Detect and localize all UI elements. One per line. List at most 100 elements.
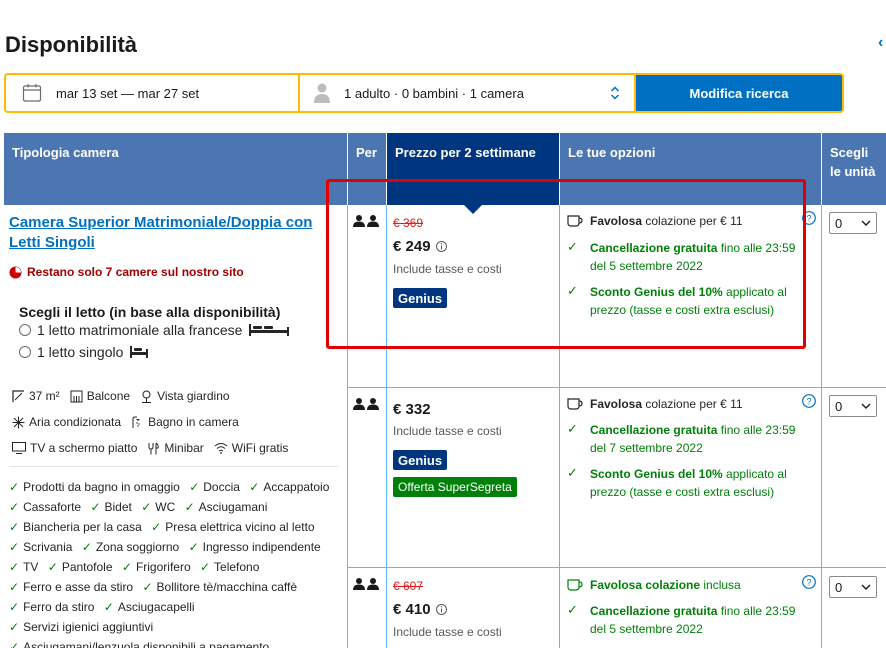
svg-text:?: ? [806,397,811,407]
header-per: Per [348,133,386,205]
amenity-item: ✓ Presa elettrica vicino al letto [151,520,315,534]
taxes-note: Include tasse e costi [393,262,502,276]
amenity-item: ✓ Asciugamani [184,500,268,514]
header-price[interactable]: Prezzo per 2 settimane [387,133,559,205]
date-picker[interactable]: mar 13 set — mar 27 set [6,75,298,111]
amenity-item: ✓ Ferro e asse da stiro [9,580,134,594]
info-icon[interactable] [435,604,447,615]
amenities-line: ✓ TV ✓ Pantofole ✓ Frigorifero ✓ Telefono [9,560,265,574]
check-icon: ✓ [103,600,114,614]
coffee-cup-icon [567,397,583,410]
header-room-type: Tipologia camera [4,133,347,205]
amenity-item: ✓ Telefono [199,560,260,574]
chevron-updown-icon [610,86,620,100]
check-icon: ✓ [567,465,578,480]
help-icon[interactable]: ? [802,575,816,589]
facility-item: Minibar [147,441,204,455]
facility-item: Vista giardino [140,389,230,403]
balcony-icon [70,390,83,402]
original-price: € 369 [393,216,424,230]
page-title: Disponibilità [5,32,137,57]
occupancy-text: 1 adulto · 0 bambini · 1 camera [344,85,524,101]
original-price: € 607 [393,579,424,593]
cancellation-policy: Cancellazione gratuita fino alle 23:59 d… [590,241,796,273]
facilities-row: 37 m² Balcone Vista giardino [12,389,240,403]
info-icon[interactable] [435,241,447,252]
dates-text: mar 13 set — mar 27 set [56,85,200,101]
check-icon: ✓ [199,560,211,574]
bed-option-single[interactable]: 1 letto singolo [19,344,149,360]
breakfast-option: Favolosa colazione inclusa [567,578,741,592]
room-name-link[interactable]: Camera Superior Matrimoniale/Doppia con … [9,213,329,253]
amenity-item: ✓ Pantofole [47,560,113,574]
check-icon: ✓ [567,283,578,298]
tv-icon [12,442,26,454]
check-icon: ✓ [9,560,20,574]
amenity-item: ✓ Prodotti da bagno in omaggio [9,480,180,494]
taxes-note: Include tasse e costi [393,424,502,438]
units-select[interactable]: 0 [829,395,877,417]
divider [9,466,339,467]
facility-item: Bagno in camera [131,415,239,429]
amenity-item: ✓ Bidet [90,500,132,514]
check-icon: ✓ [184,500,195,514]
amenities-line: ✓ Scrivania ✓ Zona soggiorno ✓ Ingresso ind… [9,540,327,554]
amenity-item: ✓ Accappatoio [249,480,330,494]
units-select[interactable]: 0 [829,576,877,598]
check-icon: ✓ [9,620,20,634]
amenities-line: ✓ Cassaforte ✓ Bidet ✓ WC ✓ Asciugamani [9,500,273,514]
amenity-item: ✓ WC [141,500,176,514]
check-icon: ✓ [9,520,20,534]
scarcity-text: Restano solo 7 camere sul nostro sito [27,265,244,279]
amenities-line: ✓ Biancheria per la casa ✓ Presa elettrica… [9,520,321,534]
svg-text:?: ? [806,578,811,588]
two-persons-icon [353,578,379,590]
check-icon: ✓ [9,480,20,494]
modify-search-button[interactable]: Modifica ricerca [636,75,842,111]
two-persons-icon [353,398,379,410]
check-icon: ✓ [189,480,200,494]
amenities-line: ✓ Servizi igienici aggiuntivi [9,620,159,634]
chevron-left-icon[interactable]: ‹ [878,34,883,52]
check-icon: ✓ [142,580,153,594]
genius-badge: Genius [393,288,448,308]
units-select[interactable]: 0 [829,212,877,234]
check-icon: ✓ [47,560,58,574]
amenity-item: ✓ Asciugacapelli [103,600,195,614]
amenity-item: ✓ Scrivania [9,540,73,554]
taxes-note: Include tasse e costi [393,625,502,639]
cancellation-policy: Cancellazione gratuita fino alle 23:59 d… [590,423,796,455]
two-persons-icon [353,215,379,227]
amenity-item: ✓ Biancheria per la casa [9,520,142,534]
check-icon: ✓ [9,580,20,594]
bed-option-double[interactable]: 1 letto matrimoniale alla francese [19,322,290,338]
search-bar: mar 13 set — mar 27 set 1 adulto · 0 bam… [4,73,844,113]
amenities-line: ✓ Asciugamani/lenzuola disponibili a paga… [9,640,275,648]
amenity-item: ✓ Ingresso indipendente [188,540,321,554]
amenity-item: ✓ Ferro da stiro [9,600,95,614]
breakfast-option: Favolosa colazione per € 11 [567,214,743,228]
amenity-item: ✓ Zona soggiorno [81,540,180,554]
garden-view-icon [142,390,152,403]
price: € 410 [393,601,447,618]
chevron-down-icon [861,220,871,226]
amenity-item: ✓ Doccia [189,480,240,494]
check-icon: ✓ [188,540,199,554]
divider [386,205,387,648]
genius-discount: Sconto Genius del 10% applicato al prezz… [590,467,787,499]
occupancy-picker[interactable]: 1 adulto · 0 bambini · 1 camera [300,75,634,111]
help-icon[interactable]: ? [802,211,816,225]
air-conditioning-icon [12,416,25,428]
divider [347,387,886,388]
help-icon[interactable]: ? [802,394,816,408]
genius-badge: Genius [393,450,448,470]
radio-button[interactable] [19,346,31,358]
price: € 249 [393,238,447,255]
check-icon: ✓ [9,640,20,648]
divider [347,567,886,568]
radio-button[interactable] [19,324,31,336]
amenity-item: ✓ Cassaforte [9,500,82,514]
single-bed-icon [130,346,149,358]
facility-item: TV a schermo piatto [12,441,137,455]
bed-option-label: 1 letto singolo [37,344,124,360]
